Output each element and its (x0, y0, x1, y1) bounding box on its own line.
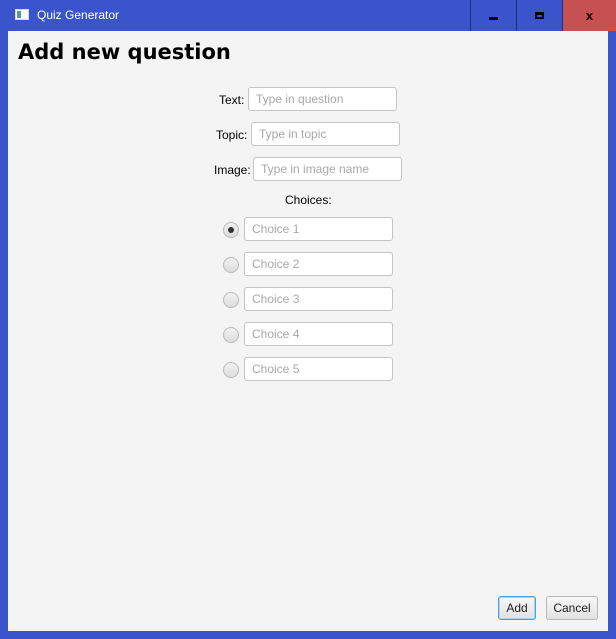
choice-5-radio[interactable] (223, 362, 239, 378)
window-title: Quiz Generator (37, 8, 120, 22)
choice-2-input[interactable] (244, 252, 393, 276)
title-bar[interactable]: Quiz Generator x (0, 0, 616, 31)
choice-3-radio[interactable] (223, 292, 239, 308)
choice-4-radio[interactable] (223, 327, 239, 343)
choice-5-input[interactable] (244, 357, 393, 381)
maximize-button[interactable] (516, 0, 562, 31)
choice-1-input[interactable] (244, 217, 393, 241)
form-panel: Add new question Text: Topic: Image: Cho… (8, 31, 608, 631)
choice-4-input[interactable] (244, 322, 393, 346)
image-label: Image: (214, 163, 251, 177)
app-icon (15, 9, 29, 20)
topic-input[interactable] (251, 122, 400, 146)
minimize-button[interactable] (470, 0, 516, 31)
close-icon: x (585, 8, 594, 23)
cancel-button[interactable]: Cancel (546, 596, 598, 620)
topic-label: Topic: (216, 128, 248, 142)
choice-2-radio[interactable] (223, 257, 239, 273)
close-button[interactable]: x (562, 0, 616, 31)
choice-1-radio[interactable] (223, 222, 239, 238)
page-title: Add new question (18, 40, 231, 64)
image-name-input[interactable] (253, 157, 402, 181)
maximize-icon (535, 12, 544, 19)
choices-label: Choices: (285, 193, 332, 207)
text-label: Text: (219, 93, 245, 107)
choice-3-input[interactable] (244, 287, 393, 311)
minimize-icon (489, 17, 498, 20)
add-button[interactable]: Add (498, 596, 536, 620)
app-window: Quiz Generator x Add new question Text: … (0, 0, 616, 639)
question-text-input[interactable] (248, 87, 397, 111)
